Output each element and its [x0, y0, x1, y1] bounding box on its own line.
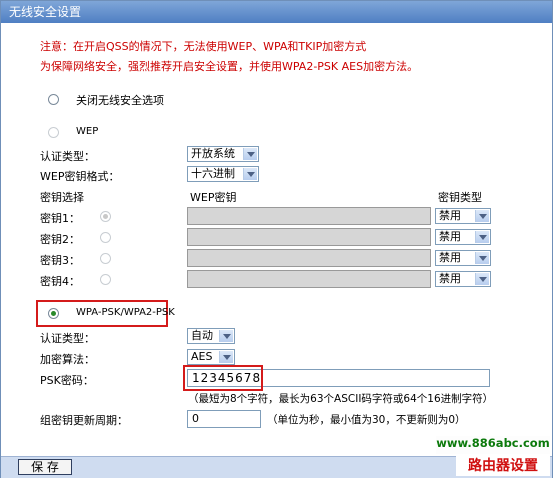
warning-note-qss: 注意：在开启QSS的情况下，无法使用WEP、WPA和TKIP加密方式 — [40, 40, 367, 53]
wep-format-value: 十六进制 — [191, 167, 235, 180]
key4-radio[interactable] — [100, 274, 111, 285]
key-select-header: 密钥选择 — [40, 191, 84, 204]
wep-format-select[interactable]: 十六进制 — [187, 166, 259, 182]
save-button[interactable]: 保 存 — [18, 459, 72, 475]
wep-auth-label: 认证类型： — [40, 150, 95, 163]
wep-radio[interactable] — [48, 127, 59, 138]
wep-auth-select[interactable]: 开放系统 — [187, 146, 259, 162]
wpa-auth-select[interactable]: 自动 — [187, 328, 235, 344]
psk-highlight-box — [183, 365, 263, 391]
key3-label: 密钥3： — [40, 254, 80, 267]
key3-type-select[interactable]: 禁用 — [435, 250, 491, 266]
key1-label: 密钥1： — [40, 212, 80, 225]
chevron-down-icon — [243, 168, 257, 180]
key3-radio[interactable] — [100, 253, 111, 264]
wpa-enc-label: 加密算法： — [40, 353, 95, 366]
psk-hint: （最短为8个字符，最长为63个ASCII码字符或64个16进制字符） — [188, 393, 494, 405]
chevron-down-icon — [243, 148, 257, 160]
key1-radio[interactable] — [100, 211, 111, 222]
rekey-label: 组密钥更新周期： — [40, 414, 128, 427]
disable-security-label: 关闭无线安全选项 — [76, 94, 164, 107]
key2-input[interactable] — [187, 228, 431, 246]
key3-type-value: 禁用 — [439, 251, 461, 264]
key4-type-value: 禁用 — [439, 272, 461, 285]
chevron-down-icon — [219, 330, 233, 342]
key4-input[interactable] — [187, 270, 431, 288]
key2-label: 密钥2： — [40, 233, 80, 246]
rekey-hint: （单位为秒，最小值为30，不更新则为0） — [267, 414, 466, 426]
wep-label: WEP — [76, 126, 99, 137]
chevron-down-icon — [475, 210, 489, 222]
key1-type-value: 禁用 — [439, 209, 461, 222]
disable-security-radio[interactable] — [48, 94, 59, 105]
psk-label: PSK密码： — [40, 374, 94, 387]
chevron-down-icon — [475, 252, 489, 264]
key4-label: 密钥4： — [40, 275, 80, 288]
rekey-period-input[interactable]: 0 — [187, 410, 261, 428]
wpa-auth-value: 自动 — [191, 329, 213, 342]
key1-type-select[interactable]: 禁用 — [435, 208, 491, 224]
wpa-radio[interactable] — [48, 308, 59, 319]
key3-input[interactable] — [187, 249, 431, 267]
key2-type-select[interactable]: 禁用 — [435, 229, 491, 245]
wpa-enc-value: AES — [191, 350, 213, 363]
wpa-enc-select[interactable]: AES — [187, 349, 235, 365]
wep-format-label: WEP密钥格式： — [40, 170, 120, 183]
watermark-name: 路由器设置 — [456, 456, 550, 476]
wpa-label: WPA-PSK/WPA2-PSK — [76, 307, 175, 318]
wep-key-header: WEP密钥 — [190, 191, 237, 204]
wpa-auth-label: 认证类型： — [40, 332, 95, 345]
key1-input[interactable] — [187, 207, 431, 225]
warning-note-recommend: 为保障网络安全，强烈推荐开启安全设置，并使用WPA2-PSK AES加密方法。 — [40, 60, 419, 73]
chevron-down-icon — [219, 351, 233, 363]
wep-auth-value: 开放系统 — [191, 147, 235, 160]
key-type-header: 密钥类型 — [438, 191, 482, 204]
key2-type-value: 禁用 — [439, 230, 461, 243]
key2-radio[interactable] — [100, 232, 111, 243]
window-title: 无线安全设置 — [1, 1, 552, 23]
chevron-down-icon — [475, 231, 489, 243]
key4-type-select[interactable]: 禁用 — [435, 271, 491, 287]
chevron-down-icon — [475, 273, 489, 285]
watermark-url: www.886abc.com — [436, 436, 550, 454]
